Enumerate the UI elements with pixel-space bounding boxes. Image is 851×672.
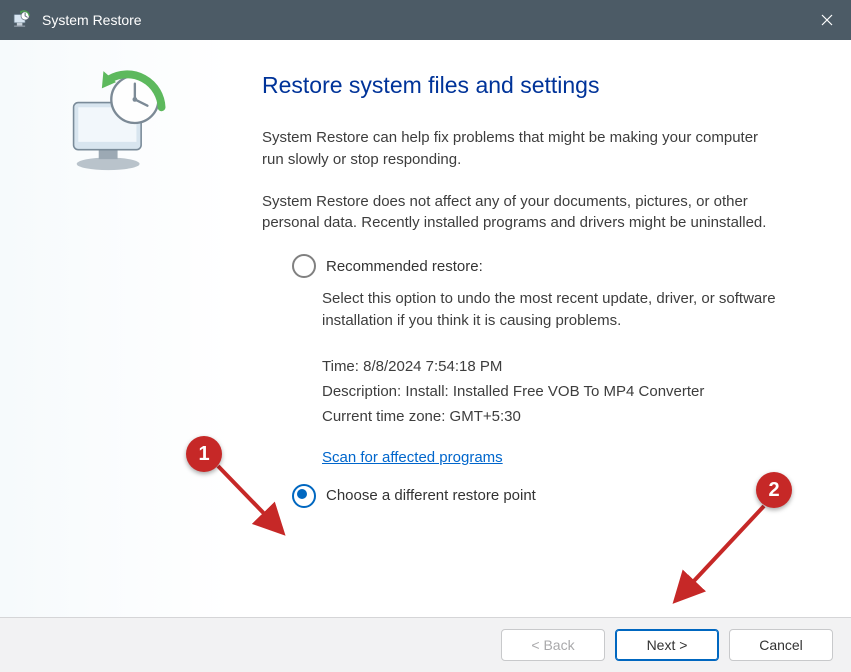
restore-time-line: Time: 8/8/2024 7:54:18 PM: [322, 358, 821, 375]
main-panel: Restore system files and settings System…: [232, 40, 851, 617]
title-bar: System Restore: [0, 0, 851, 40]
radio-selected-icon: [292, 484, 316, 508]
recommended-restore-description: Select this option to undo the most rece…: [322, 288, 782, 332]
choose-different-label: Choose a different restore point: [326, 487, 536, 504]
choose-different-restore-option[interactable]: Choose a different restore point: [292, 484, 821, 508]
system-restore-icon: [10, 9, 32, 31]
radio-unselected-icon: [292, 254, 316, 278]
sidebar: [0, 40, 232, 617]
system-restore-large-icon: [61, 68, 171, 178]
window-title: System Restore: [42, 12, 142, 28]
back-button[interactable]: < Back: [501, 629, 605, 661]
recommended-restore-label: Recommended restore:: [326, 258, 483, 275]
recommended-restore-option[interactable]: Recommended restore:: [292, 254, 821, 278]
intro-paragraph-2: System Restore does not affect any of yo…: [262, 191, 782, 235]
next-button[interactable]: Next >: [615, 629, 719, 661]
restore-description-line: Description: Install: Installed Free VOB…: [322, 383, 821, 400]
annotation-callout-2: 2: [756, 472, 792, 508]
cancel-button[interactable]: Cancel: [729, 629, 833, 661]
wizard-footer: < Back Next > Cancel: [0, 618, 851, 672]
scan-affected-programs-link[interactable]: Scan for affected programs: [322, 449, 503, 466]
close-button[interactable]: [803, 0, 851, 40]
annotation-callout-1: 1: [186, 436, 222, 472]
restore-timezone-line: Current time zone: GMT+5:30: [322, 408, 821, 425]
page-heading: Restore system files and settings: [262, 72, 821, 99]
intro-paragraph-1: System Restore can help fix problems tha…: [262, 127, 782, 171]
